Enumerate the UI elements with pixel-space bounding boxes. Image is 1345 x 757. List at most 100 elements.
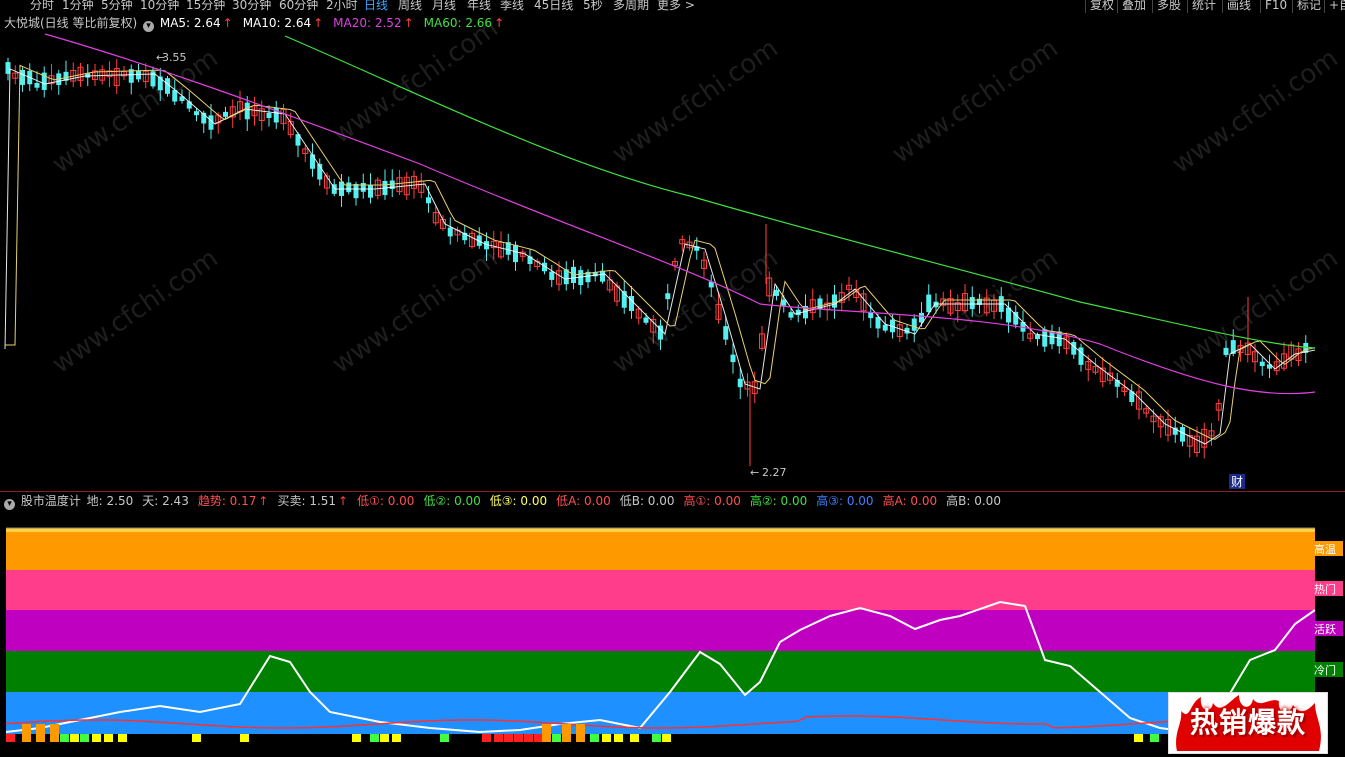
candle-body bbox=[882, 324, 888, 331]
signal-square bbox=[80, 734, 89, 742]
promo-badge[interactable]: 热销爆款 bbox=[1168, 692, 1328, 754]
finance-badge: 财 bbox=[1231, 475, 1243, 489]
period-tab[interactable]: 5秒 bbox=[583, 0, 603, 12]
candle-body bbox=[20, 69, 25, 85]
indicator-value-label: 低①: 0.00 bbox=[357, 494, 415, 508]
up-arrow-icon: ↑ bbox=[494, 16, 505, 30]
signal-square bbox=[534, 734, 543, 742]
period-tab[interactable]: 年线 bbox=[467, 0, 491, 12]
signal-square bbox=[92, 734, 101, 742]
toolbar-button[interactable]: 统计 bbox=[1187, 0, 1220, 13]
period-toolbar: 分时 1分钟 5分钟 10分钟 15分钟 30分钟 60分钟 2小时 日线 周线 月线 年线 季线 45日… bbox=[0, 0, 1345, 14]
indicator-value: 低①: 0.00 bbox=[357, 494, 416, 508]
period-tab[interactable]: 2小时 bbox=[326, 0, 358, 12]
period-tab[interactable]: 周线 bbox=[398, 0, 422, 12]
period-tab[interactable]: 月线 bbox=[432, 0, 456, 12]
indicator-value: 高A: 0.00 bbox=[883, 494, 940, 508]
period-tab[interactable]: 10分钟 bbox=[140, 0, 179, 12]
candle-body bbox=[266, 112, 272, 118]
candle-body bbox=[1180, 427, 1185, 442]
settings-circle-icon[interactable]: ▾ bbox=[4, 499, 15, 510]
signal-square bbox=[352, 734, 361, 742]
candle-body bbox=[310, 154, 315, 169]
settings-circle-icon[interactable]: ▾ bbox=[143, 21, 155, 32]
candle-body bbox=[1013, 311, 1019, 325]
period-tab[interactable]: 15分钟 bbox=[186, 0, 225, 12]
period-tab[interactable]: 日线 bbox=[364, 0, 388, 12]
period-tab[interactable]: 季线 bbox=[500, 0, 524, 12]
period-tab[interactable]: 多周期 bbox=[613, 0, 649, 12]
signal-square bbox=[652, 734, 661, 742]
toolbar-button[interactable]: F10 bbox=[1260, 0, 1291, 13]
toolbar-button[interactable]: 标记 bbox=[1292, 0, 1325, 13]
signal-square bbox=[552, 734, 561, 742]
toolbar-button[interactable]: 叠加 bbox=[1117, 0, 1150, 13]
signal-square bbox=[104, 734, 113, 742]
high-price-label: 3.55 bbox=[162, 51, 187, 64]
indicator-name[interactable]: 股市温度计 bbox=[21, 494, 81, 508]
signal-square bbox=[440, 734, 449, 742]
zone-label: 冷门 bbox=[1314, 663, 1336, 677]
candle-body bbox=[1223, 347, 1229, 355]
toolbar-button[interactable]: 多股 bbox=[1152, 0, 1185, 13]
candle-body bbox=[1259, 361, 1265, 367]
zone-band bbox=[6, 570, 1315, 610]
low-price-label: 2.27 bbox=[762, 466, 787, 479]
period-tab[interactable]: 分时 bbox=[30, 0, 54, 12]
candle-body bbox=[346, 182, 352, 193]
signal-square bbox=[392, 734, 401, 742]
toolbar-button[interactable]: 画线 bbox=[1222, 0, 1255, 13]
indicator-value: 高③: 0.00 bbox=[816, 494, 875, 508]
stock-title[interactable]: 大悦城(日线 等比前复权) bbox=[4, 16, 137, 30]
indicator-panel[interactable]: ▾ 股市温度计 地: 2.50 天: 2.43 趋势: 0.17 ↑ 买卖: 1.51 ↑… bbox=[0, 492, 1345, 754]
zone-band bbox=[6, 651, 1315, 692]
signal-square bbox=[240, 734, 249, 742]
indicator-value: 天: 2.43 bbox=[142, 494, 191, 508]
toolbar-button[interactable]: 复权 bbox=[1085, 0, 1118, 13]
main-chart-canvas[interactable]: www.cfchi.com www.cfchi.com www.cfchi.com w… bbox=[0, 13, 1345, 491]
indicator-canvas[interactable]: 高温热门活跃冷门 bbox=[0, 492, 1345, 754]
indicator-value-label: 天: 2.43 bbox=[142, 494, 189, 508]
signal-square bbox=[504, 734, 513, 742]
signal-square bbox=[514, 734, 523, 742]
signal-square bbox=[60, 734, 69, 742]
ma-value: MA60: 2.66 ↑ bbox=[424, 16, 506, 30]
candle-body bbox=[34, 82, 40, 88]
indicator-value-label: 低A: 0.00 bbox=[556, 494, 611, 508]
period-tab[interactable]: 更多 > bbox=[657, 0, 695, 12]
main-candlestick-chart[interactable]: 大悦城(日线 等比前复权) ▾ MA5: 2.64 ↑ MA10: 2.64 ↑ MA2… bbox=[0, 13, 1345, 491]
indicator-value: 地: 2.50 bbox=[87, 494, 136, 508]
indicator-value-label: 买卖: 1.51 bbox=[277, 494, 337, 508]
period-tab[interactable]: 5分钟 bbox=[101, 0, 133, 12]
indicator-value-label: 低B: 0.00 bbox=[619, 494, 675, 508]
arrow-left-icon: ← bbox=[156, 51, 165, 64]
indicator-value: 低A: 0.00 bbox=[556, 494, 613, 508]
period-tab[interactable]: 60分钟 bbox=[279, 0, 318, 12]
zone-label: 活跃 bbox=[1314, 622, 1336, 636]
candle-body bbox=[600, 270, 605, 282]
up-arrow-icon: ↑ bbox=[222, 16, 233, 30]
watermark-text: www.cfchi.com bbox=[1167, 43, 1344, 179]
promo-text: 热销爆款 bbox=[1189, 706, 1306, 739]
up-arrow-icon: ↑ bbox=[338, 494, 349, 508]
signal-square bbox=[542, 724, 551, 742]
period-tab[interactable]: 30分钟 bbox=[232, 0, 271, 12]
candle-body bbox=[788, 312, 794, 318]
toolbar-button[interactable]: +自 bbox=[1324, 0, 1345, 13]
signal-square bbox=[370, 734, 379, 742]
indicator-value: 低③: 0.00 bbox=[490, 494, 549, 508]
watermark-text: www.cfchi.com bbox=[887, 33, 1064, 169]
signal-square bbox=[576, 724, 585, 742]
candle-body bbox=[737, 378, 743, 388]
signal-square bbox=[36, 724, 45, 742]
candle-body bbox=[723, 326, 729, 340]
period-tab[interactable]: 1分钟 bbox=[62, 0, 94, 12]
candle-body bbox=[244, 102, 250, 120]
indicator-value: 低②: 0.00 bbox=[423, 494, 482, 508]
up-arrow-icon: ↑ bbox=[258, 494, 269, 508]
period-tab[interactable]: 45日线 bbox=[534, 0, 573, 12]
zone-label: 高温 bbox=[1314, 542, 1336, 556]
signal-square bbox=[630, 734, 639, 742]
candle-body bbox=[223, 111, 228, 117]
ma-label: MA60: 2.66 bbox=[423, 16, 493, 30]
